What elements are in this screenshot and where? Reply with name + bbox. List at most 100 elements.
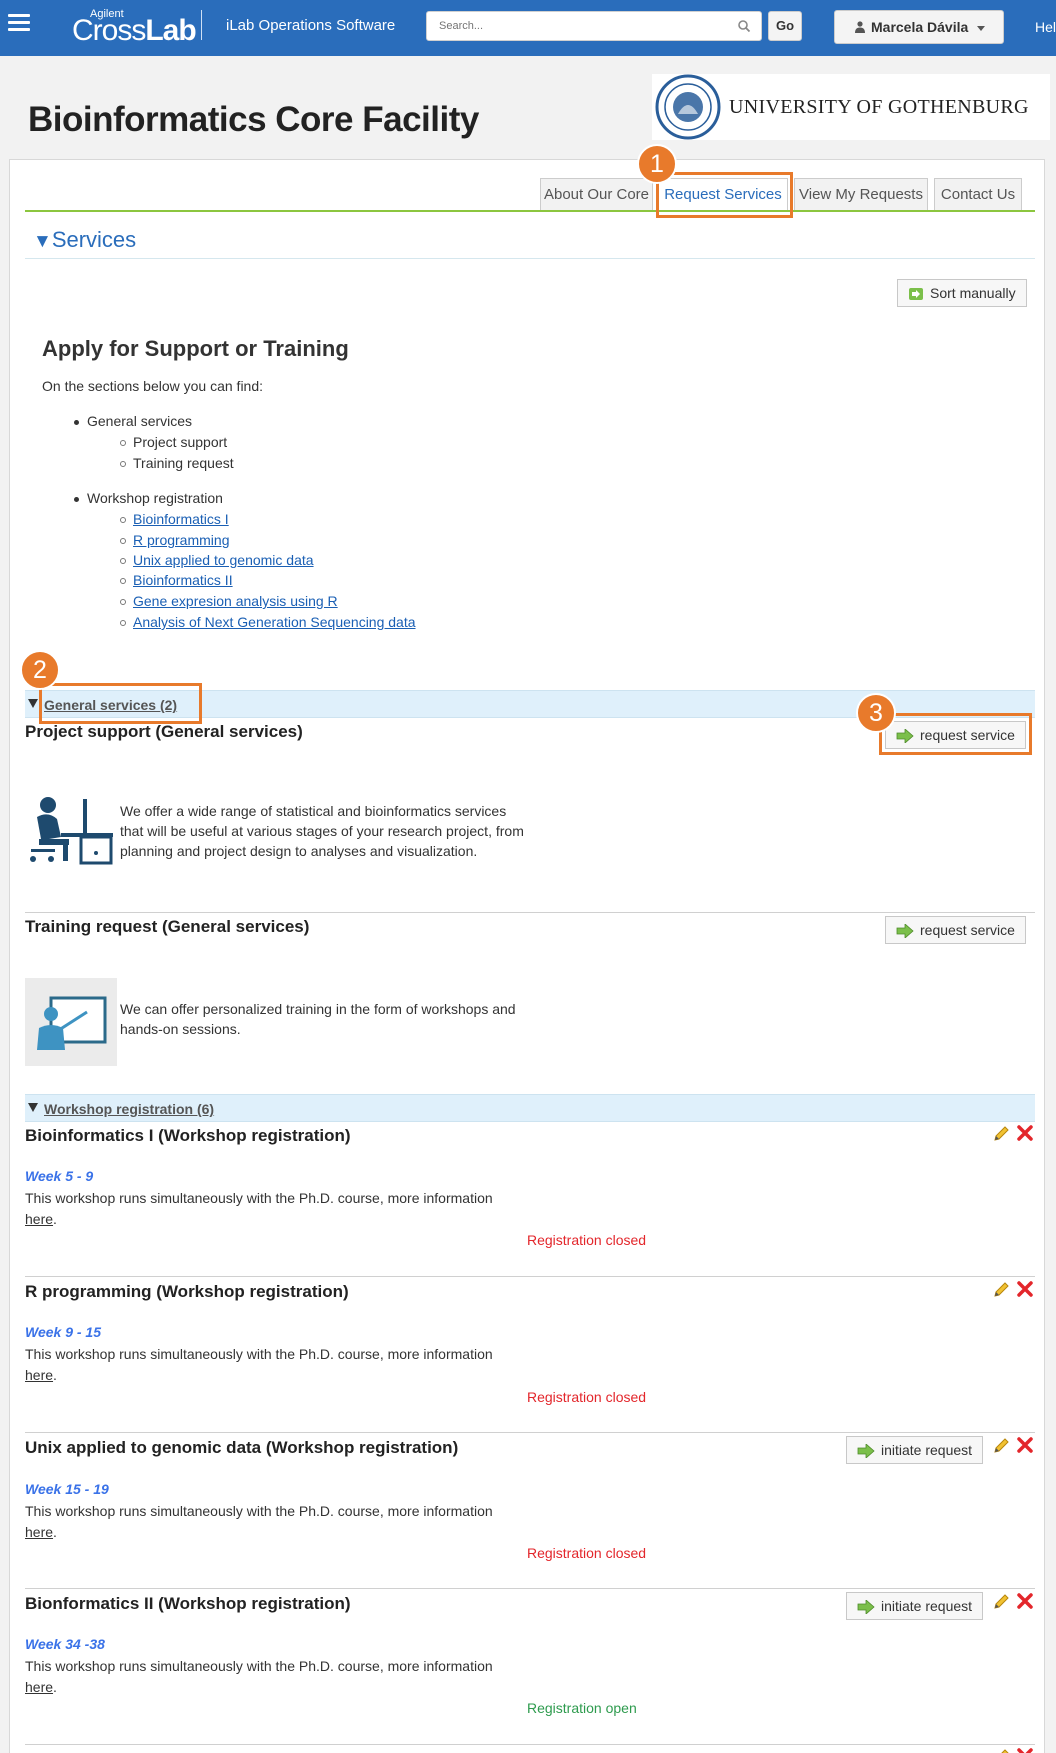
workshop-title-r-programming: R programming (Workshop registration)	[25, 1282, 349, 1301]
logo-divider	[201, 10, 202, 40]
list-subitem-bioinformatics-1: Bioinformatics I	[120, 511, 229, 527]
item-divider	[25, 1276, 1035, 1277]
tab-contact-us[interactable]: Contact Us	[934, 178, 1022, 210]
services-heading[interactable]: ▼Services	[33, 227, 136, 253]
workshop-description-text: This workshop runs simultaneously with t…	[25, 1346, 493, 1362]
initiate-request-button[interactable]: initiate request	[846, 1592, 984, 1620]
period-text: .	[53, 1524, 57, 1540]
link-ngs[interactable]: Analysis of Next Generation Sequencing d…	[133, 614, 416, 630]
app-name: iLab Operations Software	[226, 17, 396, 34]
chevron-down-icon	[977, 26, 985, 31]
sort-manually-button[interactable]: Sort manually	[897, 279, 1027, 307]
list-subitem-ngs: Analysis of Next Generation Sequencing d…	[120, 614, 416, 630]
link-unix[interactable]: Unix applied to genomic data	[133, 552, 314, 568]
delete-icon[interactable]	[1017, 1281, 1033, 1297]
workshop-description-text: This workshop runs simultaneously with t…	[25, 1190, 493, 1206]
workshop-registration-label[interactable]: Workshop registration (6)	[44, 1101, 214, 1117]
arrow-right-icon	[896, 924, 914, 938]
logo-lab-text: Lab	[145, 14, 196, 47]
delete-icon[interactable]	[1017, 1437, 1033, 1453]
training-request-title: Training request (General services)	[25, 917, 310, 936]
sort-icon	[909, 288, 923, 300]
collapse-triangle-icon	[28, 699, 38, 708]
period-text: .	[53, 1211, 57, 1227]
link-r-programming[interactable]: R programming	[133, 532, 229, 548]
project-support-description: We offer a wide range of statistical and…	[120, 803, 524, 859]
university-seal-icon	[655, 74, 721, 140]
list-subitem-project-support: Project support	[119, 434, 228, 450]
search-box	[426, 11, 762, 41]
request-service-label: request service	[920, 922, 1015, 938]
tab-about-our-core[interactable]: About Our Core	[540, 178, 653, 210]
list-subitem-gene-expression: Gene expresion analysis using R	[120, 593, 338, 609]
list-subitem-bioinformatics-2: Bioinformatics II	[120, 572, 233, 588]
logo-cross-text: Cross	[72, 14, 146, 47]
user-name: Marcela Dávila	[871, 19, 969, 35]
registration-status: Registration closed	[527, 1545, 647, 1561]
workshop-description: This workshop runs simultaneously with t…	[25, 1188, 525, 1230]
project-support-title: Project support (General services)	[25, 722, 303, 741]
university-logo: UNIVERSITY OF GOTHENBURG	[652, 74, 1050, 140]
edit-pencil-icon[interactable]	[993, 1436, 1011, 1454]
callout-number-1: 1	[637, 144, 677, 184]
edit-pencil-icon[interactable]	[993, 1592, 1011, 1610]
menu-icon[interactable]	[8, 14, 30, 32]
training-request-description: We can offer personalized training in th…	[120, 1001, 516, 1037]
tab-underline	[25, 210, 1035, 212]
help-link[interactable]: Hel	[1035, 19, 1056, 35]
callout-box-request-service	[879, 713, 1032, 755]
here-link[interactable]: here	[25, 1211, 53, 1227]
search-icon[interactable]	[737, 19, 751, 33]
arrow-right-icon	[857, 1600, 875, 1614]
initiate-request-label: initiate request	[881, 1598, 973, 1614]
here-link[interactable]: here	[25, 1679, 53, 1695]
delete-icon[interactable]	[1017, 1593, 1033, 1609]
teacher-at-board-icon	[25, 978, 117, 1066]
arrow-right-icon	[857, 1444, 875, 1458]
sort-manually-label: Sort manually	[930, 285, 1016, 301]
services-divider	[25, 258, 1035, 259]
link-bioinformatics-1[interactable]: Bioinformatics I	[133, 511, 229, 527]
callout-box-request-services	[656, 172, 793, 218]
delete-icon[interactable]	[1017, 1125, 1033, 1141]
workshop-description-text: This workshop runs simultaneously with t…	[25, 1503, 493, 1519]
item-divider	[25, 1588, 1035, 1589]
workshop-title-bioinformatics-1: Bioinformatics I (Workshop registration)	[25, 1126, 351, 1145]
workshop-week: Week 9 - 15	[25, 1324, 102, 1340]
search-input[interactable]	[427, 12, 727, 40]
here-link[interactable]: here	[25, 1524, 53, 1540]
callout-box-general-services	[39, 683, 202, 724]
services-heading-label: Services	[51, 227, 137, 252]
callout-number-3: 3	[856, 693, 896, 733]
page-title: Bioinformatics Core Facility	[28, 100, 479, 139]
callout-number-2: 2	[20, 650, 60, 690]
workshop-description: This workshop runs simultaneously with t…	[25, 1344, 525, 1386]
workshop-registration-section-header[interactable]: Workshop registration (6)	[25, 1094, 1035, 1122]
initiate-request-button[interactable]: initiate request	[846, 1436, 984, 1464]
item-divider	[25, 912, 1035, 913]
edit-pencil-icon[interactable]	[993, 1280, 1011, 1298]
registration-status: Registration closed	[527, 1232, 647, 1248]
workshop-title-bioinformatics-2: Bionformatics II (Workshop registration)	[25, 1594, 351, 1613]
tab-view-my-requests[interactable]: View My Requests	[794, 178, 928, 210]
crosslab-logo[interactable]: CrossLab	[72, 14, 197, 48]
period-text: .	[53, 1679, 57, 1695]
workshop-description: This workshop runs simultaneously with t…	[25, 1656, 525, 1698]
workshop-description: This workshop runs simultaneously with t…	[25, 1501, 525, 1543]
delete-icon[interactable]	[1017, 1748, 1033, 1753]
list-subitem-training-request: Training request	[120, 455, 234, 471]
search-go-button[interactable]: Go	[768, 11, 802, 41]
registration-status: Registration open	[527, 1700, 637, 1716]
collapse-triangle-icon: ▼	[33, 231, 52, 252]
edit-pencil-icon[interactable]	[993, 1747, 1011, 1753]
training-request-button[interactable]: request service	[885, 916, 1026, 944]
workshop-week: Week 15 - 19	[25, 1481, 109, 1497]
user-menu-button[interactable]: Marcela Dávila	[834, 10, 1004, 44]
link-bioinformatics-2[interactable]: Bioinformatics II	[133, 572, 233, 588]
top-navigation-bar: Agilent CrossLab iLab Operations Softwar…	[0, 0, 1056, 56]
edit-pencil-icon[interactable]	[993, 1124, 1011, 1142]
link-gene-expression[interactable]: Gene expresion analysis using R	[133, 593, 338, 609]
workshop-title-unix: Unix applied to genomic data (Workshop r…	[25, 1438, 459, 1457]
workshop-description-text: This workshop runs simultaneously with t…	[25, 1658, 493, 1674]
here-link[interactable]: here	[25, 1367, 53, 1383]
